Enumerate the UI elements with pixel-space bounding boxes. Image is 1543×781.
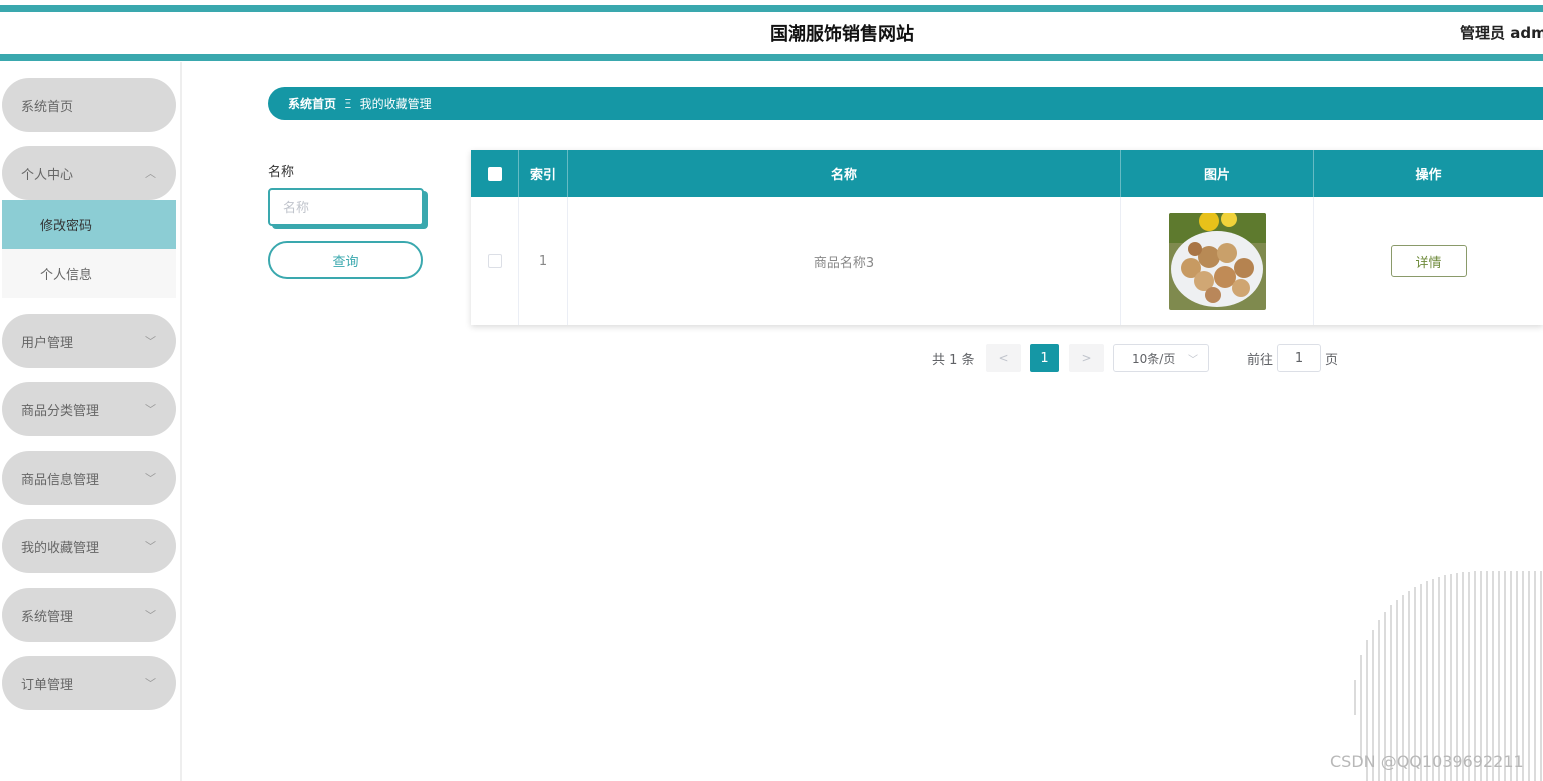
sidebar-item-label: 商品信息管理 (21, 472, 100, 488)
chevron-down-icon: ﹀ (145, 335, 156, 348)
sidebar-item-product-management[interactable]: 商品信息管理 ﹀ (2, 451, 176, 505)
favorites-table: 索引 名称 图片 操作 1 商品名称3 详情 (471, 150, 1543, 325)
pagination-prev-button[interactable]: < (986, 344, 1021, 372)
top-header: 国潮服饰销售网站 管理员 adm (0, 0, 1543, 62)
sidebar-subitem-label: 个人信息 (40, 268, 93, 283)
chevron-down-icon: ﹀ (145, 472, 156, 485)
sidebar-item-user-management[interactable]: 用户管理 ﹀ (2, 314, 176, 368)
product-thumbnail[interactable] (1168, 212, 1266, 310)
column-header-index[interactable]: 索引 (519, 150, 568, 197)
sidebar-subitem-label: 修改密码 (40, 219, 93, 234)
sidebar-item-favorites-management[interactable]: 我的收藏管理 ﹀ (2, 519, 176, 573)
column-header-image[interactable]: 图片 (1121, 150, 1314, 197)
user-info[interactable]: 管理员 adm (1460, 22, 1543, 43)
sidebar-item-label: 个人中心 (21, 167, 74, 183)
header-bottom-stripe (0, 54, 1543, 61)
search-input[interactable] (268, 188, 424, 226)
chevron-up-icon: ︿ (145, 167, 156, 180)
sidebar-subitem-change-password[interactable]: 修改密码 (2, 200, 176, 249)
select-all-cell (471, 150, 519, 197)
sidebar-item-category-management[interactable]: 商品分类管理 ﹀ (2, 382, 176, 436)
chevron-down-icon: ﹀ (145, 609, 156, 622)
pagination-next-button[interactable]: > (1069, 344, 1104, 372)
header-top-stripe (0, 5, 1543, 12)
sidebar-item-label: 订单管理 (21, 677, 74, 693)
column-header-name[interactable]: 名称 (568, 150, 1121, 197)
sidebar-subitem-personal-info[interactable]: 个人信息 (2, 249, 176, 298)
page-size-select[interactable]: 10条/页 ﹀ (1113, 344, 1209, 372)
chevron-down-icon: ﹀ (1188, 355, 1198, 366)
chevron-down-icon: ﹀ (145, 677, 156, 690)
pagination-total: 共 1 条 (932, 352, 975, 368)
sidebar-item-label: 用户管理 (21, 335, 74, 351)
chevron-down-icon: ﹀ (145, 403, 156, 416)
breadcrumb: 系统首页 Ξ 我的收藏管理 (268, 87, 1543, 120)
site-title: 国潮服饰销售网站 (770, 24, 914, 45)
sidebar-item-personal-center[interactable]: 个人中心 ︿ (2, 146, 176, 200)
detail-button[interactable]: 详情 (1390, 245, 1467, 277)
breadcrumb-home[interactable]: 系统首页 (288, 95, 336, 112)
row-checkbox[interactable] (487, 254, 502, 268)
search-label: 名称 (268, 165, 295, 180)
breadcrumb-current: 我的收藏管理 (359, 97, 432, 111)
decorative-lines (1354, 571, 1542, 781)
sidebar-item-label: 我的收藏管理 (21, 540, 100, 556)
pagination-goto-unit: 页 (1325, 352, 1339, 368)
chevron-down-icon: ﹀ (145, 540, 156, 553)
sidebar-item-system-management[interactable]: 系统管理 ﹀ (2, 588, 176, 642)
page-size-value: 10条/页 (1132, 351, 1176, 366)
sidebar-item-label: 系统首页 (21, 99, 74, 115)
row-name: 商品名称3 (568, 197, 1121, 325)
column-header-actions[interactable]: 操作 (1314, 150, 1543, 197)
row-index: 1 (519, 197, 568, 325)
row-image-cell (1121, 197, 1314, 325)
row-select-cell (471, 197, 519, 325)
pagination-goto-label: 前往 (1247, 352, 1274, 368)
sidebar-item-order-management[interactable]: 订单管理 ﹀ (2, 656, 176, 710)
row-actions-cell: 详情 (1314, 197, 1543, 325)
table-header: 索引 名称 图片 操作 (471, 150, 1543, 197)
select-all-checkbox[interactable] (487, 166, 502, 181)
breadcrumb-separator-icon: Ξ (344, 96, 352, 111)
watermark: CSDN @QQ1039692211 (1330, 752, 1524, 771)
pagination-jump-input[interactable]: 1 (1277, 344, 1321, 372)
sidebar-item-home[interactable]: 系统首页 (2, 78, 176, 132)
sidebar-item-label: 商品分类管理 (21, 403, 100, 419)
pagination-page-1[interactable]: 1 (1030, 344, 1059, 372)
search-button[interactable]: 查询 (268, 241, 423, 279)
sidebar-item-label: 系统管理 (21, 609, 74, 625)
